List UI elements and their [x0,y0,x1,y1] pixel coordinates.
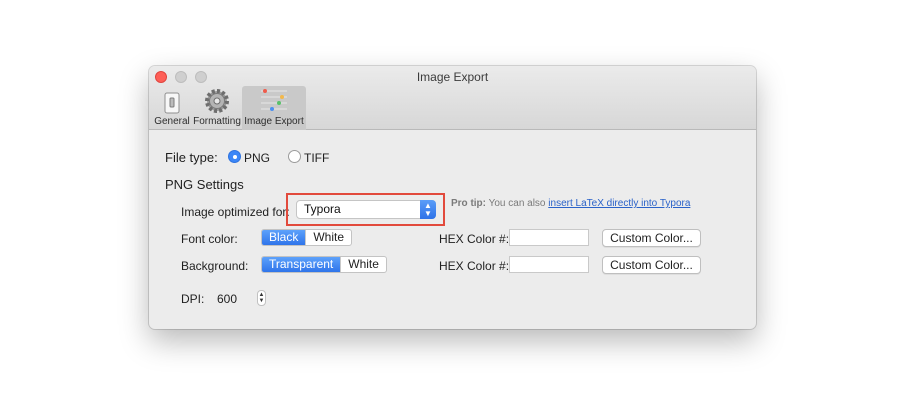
background-custom-color-button[interactable]: Custom Color... [602,256,701,274]
optimized-for-select[interactable]: Typora ▲ ▼ [296,200,436,219]
tab-general[interactable]: General [152,86,192,130]
font-hex-input[interactable] [509,229,589,246]
font-color-black-option[interactable]: Black [262,230,307,245]
background-white-option[interactable]: White [341,257,386,272]
pro-tip-heading: Pro tip: [451,198,486,209]
png-radio-label[interactable]: PNG [244,151,270,165]
background-hex-label: HEX Color #: [439,259,510,273]
pro-tip-link[interactable]: insert LaTeX directly into Typora [548,198,690,209]
tab-general-label: General [154,116,190,127]
stepper-down-icon: ▼ [258,298,265,304]
gear-icon [205,89,229,113]
dpi-stepper[interactable]: ▲ ▼ [257,290,266,306]
png-radio[interactable] [228,150,241,163]
pro-tip-text: You can also [486,198,549,209]
font-hex-label: HEX Color #: [439,232,510,246]
sliders-icon [261,89,287,111]
optimized-for-label: Image optimized for: [181,205,290,219]
tab-formatting[interactable]: Formatting [192,86,242,130]
switch-icon [164,92,180,114]
tab-image-export-label: Image Export [244,116,304,127]
dpi-label: DPI: [181,292,205,306]
pro-tip: Pro tip: You can also insert LaTeX direc… [451,198,690,209]
preferences-toolbar: General Formatting Image Export [152,86,306,130]
background-segmented: Transparent White [261,256,387,273]
font-custom-color-button[interactable]: Custom Color... [602,229,701,247]
window-title: Image Export [416,70,489,84]
file-type-label: File type: [165,150,218,165]
background-hex-input[interactable] [509,256,589,273]
title-bar: Image Export General Formatting Image Ex… [149,66,756,130]
dpi-value[interactable]: 600 [217,292,237,306]
tiff-radio[interactable] [288,150,301,163]
optimized-for-value: Typora [304,202,341,216]
font-color-white-option[interactable]: White [306,230,351,245]
settings-panel: File type: PNG TIFF PNG Settings Image o… [149,130,756,329]
chevron-updown-icon: ▲ ▼ [420,200,436,219]
image-export-window: Image Export General Formatting Image Ex… [149,66,756,329]
background-transparent-option[interactable]: Transparent [262,257,342,272]
background-label: Background: [181,259,249,273]
font-color-label: Font color: [181,232,238,246]
tiff-radio-label[interactable]: TIFF [304,151,329,165]
png-settings-title: PNG Settings [165,177,244,192]
tab-formatting-label: Formatting [193,116,241,127]
font-color-segmented: Black White [261,229,353,246]
tab-image-export[interactable]: Image Export [242,86,306,130]
